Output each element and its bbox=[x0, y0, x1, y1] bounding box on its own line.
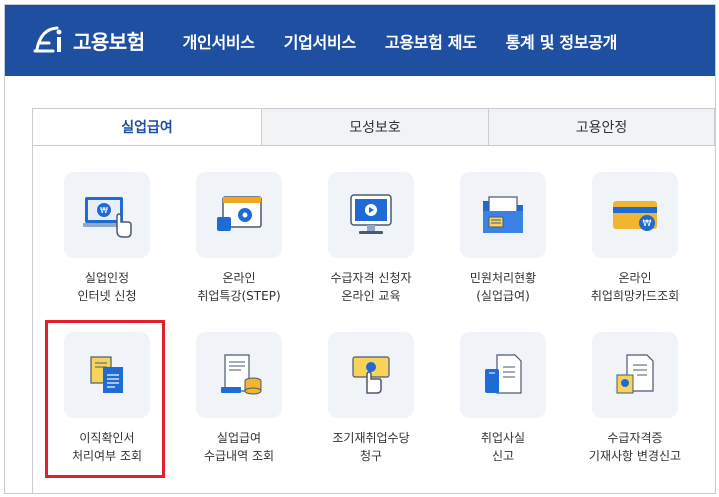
nav-personal-service[interactable]: 개인서비스 bbox=[183, 29, 255, 53]
tile-label-line2: 처리여부 조회 bbox=[71, 449, 143, 463]
ei-logo-icon bbox=[33, 26, 62, 52]
tile-label-line2: 온라인 교육 bbox=[341, 289, 401, 303]
site-header: 고용보험 개인서비스 기업서비스 고용보험 제도 통계 및 정보공개 bbox=[5, 5, 715, 76]
documents-copy-icon bbox=[64, 332, 150, 418]
tile-certificate-change[interactable]: 수급자격증 기재사항 변경신고 bbox=[570, 332, 700, 465]
tile-label-line1: 이직확인서 bbox=[79, 431, 135, 445]
tile-complaint-status[interactable]: 민원처리현황 (실업급여) bbox=[438, 172, 568, 305]
tile-benefit-history[interactable]: 실업급여 수급내역 조회 bbox=[174, 332, 304, 465]
tile-label: 온라인 취업희망카드조회 bbox=[570, 269, 700, 305]
tab-employment-stability[interactable]: 고용안정 bbox=[488, 108, 715, 146]
credit-card-icon: ₩ bbox=[592, 172, 678, 258]
tile-early-reemployment[interactable]: 조기재취업수당 청구 bbox=[306, 332, 436, 465]
tile-label-line2: 취업특강(STEP) bbox=[197, 289, 281, 303]
tile-job-card[interactable]: ₩ 온라인 취업희망카드조회 bbox=[570, 172, 700, 305]
tile-label-line2: 취업희망카드조회 bbox=[590, 289, 680, 303]
tile-label-line2: 수급내역 조회 bbox=[203, 449, 275, 463]
tile-separation-confirmation[interactable]: 이직확인서 처리여부 조회 bbox=[42, 332, 172, 465]
nav-insurance-system[interactable]: 고용보험 제도 bbox=[385, 29, 477, 53]
certificate-document-icon bbox=[592, 332, 678, 418]
svg-text:₩: ₩ bbox=[643, 219, 652, 229]
tile-label: 온라인 취업특강(STEP) bbox=[174, 269, 304, 305]
tile-label-line2: (실업급여) bbox=[476, 289, 530, 303]
page-frame: 고용보험 개인서비스 기업서비스 고용보험 제도 통계 및 정보공개 실업급여 … bbox=[4, 4, 716, 494]
service-tabs: 실업급여 모성보호 고용안정 bbox=[32, 108, 715, 146]
tile-label-line2: 청구 bbox=[359, 449, 383, 463]
tab-maternity-protection[interactable]: 모성보호 bbox=[261, 108, 489, 146]
content-area: 실업급여 모성보호 고용안정 ₩ 실업인정 인터넷 신청 온라인 취업특강(ST… bbox=[5, 76, 715, 493]
hand-money-icon bbox=[328, 332, 414, 418]
receipt-coins-icon bbox=[196, 332, 282, 418]
tile-label-line2: 기재사항 변경신고 bbox=[588, 449, 682, 463]
tile-label-line1: 취업사실 bbox=[480, 431, 526, 445]
tile-label-line1: 조기재취업수당 bbox=[332, 431, 410, 445]
tile-label-line1: 실업급여 bbox=[216, 431, 262, 445]
tile-label-line1: 수급자격 신청자 bbox=[330, 271, 412, 285]
folder-documents-icon bbox=[460, 172, 546, 258]
nav-statistics[interactable]: 통계 및 정보공개 bbox=[506, 29, 618, 53]
tile-employment-report[interactable]: 취업사실 신고 bbox=[438, 332, 568, 465]
tile-label: 이직확인서 처리여부 조회 bbox=[42, 429, 172, 465]
tile-label-line2: 신고 bbox=[491, 449, 515, 463]
main-nav: 개인서비스 기업서비스 고용보험 제도 통계 및 정보공개 bbox=[183, 29, 647, 53]
tile-label: 민원처리현황 (실업급여) bbox=[438, 269, 568, 305]
tile-online-lecture[interactable]: 온라인 취업특강(STEP) bbox=[174, 172, 304, 305]
online-lecture-icon bbox=[196, 172, 282, 258]
tile-label-line1: 민원처리현황 bbox=[469, 271, 537, 285]
tile-label-line2: 인터넷 신청 bbox=[77, 289, 137, 303]
logo-text: 고용보험 bbox=[73, 30, 145, 54]
tile-label: 실업인정 인터넷 신청 bbox=[42, 269, 172, 305]
monitor-play-icon bbox=[328, 172, 414, 258]
tile-label-line1: 온라인 bbox=[222, 271, 256, 285]
tile-unemployment-recognition[interactable]: ₩ 실업인정 인터넷 신청 bbox=[42, 172, 172, 305]
tile-label: 취업사실 신고 bbox=[438, 429, 568, 465]
mobile-document-icon bbox=[460, 332, 546, 418]
tile-label: 실업급여 수급내역 조회 bbox=[174, 429, 304, 465]
tile-label-line1: 온라인 bbox=[618, 271, 652, 285]
tab-panel: ₩ 실업인정 인터넷 신청 온라인 취업특강(STEP) 수급자격 신청자 온라… bbox=[32, 145, 715, 493]
online-computer-touch-icon: ₩ bbox=[64, 172, 150, 258]
svg-text:₩: ₩ bbox=[100, 206, 108, 215]
tile-label-line1: 실업인정 bbox=[84, 271, 130, 285]
tile-label: 수급자격 신청자 온라인 교육 bbox=[306, 269, 436, 305]
site-logo[interactable]: 고용보험 bbox=[31, 5, 145, 76]
tile-label: 수급자격증 기재사항 변경신고 bbox=[570, 429, 700, 465]
tile-online-education[interactable]: 수급자격 신청자 온라인 교육 bbox=[306, 172, 436, 305]
tile-label: 조기재취업수당 청구 bbox=[306, 429, 436, 465]
tab-unemployment-benefit[interactable]: 실업급여 bbox=[32, 108, 262, 146]
tile-label-line1: 수급자격증 bbox=[607, 431, 663, 445]
nav-company-service[interactable]: 기업서비스 bbox=[284, 29, 356, 53]
